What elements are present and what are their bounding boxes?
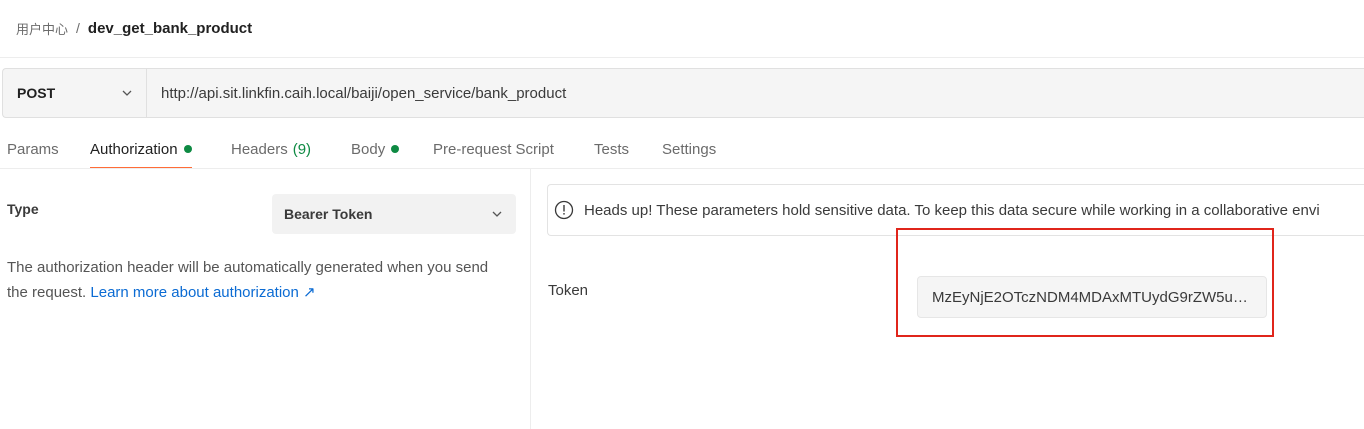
token-label: Token xyxy=(548,282,589,299)
tab-settings[interactable]: Settings xyxy=(662,130,716,168)
status-dot xyxy=(391,145,400,153)
type-label: Type xyxy=(7,201,39,217)
chevron-down-icon xyxy=(122,90,132,96)
auth-description: The authorization header will be automat… xyxy=(7,255,507,305)
info-circle-icon xyxy=(554,200,574,220)
tab-authorization[interactable]: Authorization xyxy=(90,130,192,169)
auth-type-pane: Type Bearer Token The authorization head… xyxy=(0,169,531,429)
request-tabs: Params Authorization Headers (9) Body Pr… xyxy=(0,130,1364,169)
status-dot xyxy=(183,145,192,153)
request-name[interactable]: dev_get_bank_product xyxy=(88,20,252,37)
url-input[interactable]: http://api.sit.linkfin.caih.local/baiji/… xyxy=(147,69,1364,117)
tab-label: Settings xyxy=(662,140,717,158)
auth-type-select[interactable]: Bearer Token xyxy=(272,194,516,234)
method-select[interactable]: POST xyxy=(3,69,147,117)
chevron-down-icon xyxy=(492,211,502,217)
notice-text: Heads up! These parameters hold sensitiv… xyxy=(584,201,1320,219)
breadcrumb-separator: / xyxy=(76,20,80,36)
tab-label: Pre-request Script xyxy=(433,140,554,158)
tab-label: Authorization xyxy=(90,140,178,158)
tab-label: Headers xyxy=(231,140,288,158)
tab-count: (9) xyxy=(292,140,312,158)
auth-details-pane: Heads up! These parameters hold sensitiv… xyxy=(532,169,1364,429)
request-url-bar: POST http://api.sit.linkfin.caih.local/b… xyxy=(2,68,1364,118)
tab-pre-request-script[interactable]: Pre-request Script xyxy=(433,130,554,168)
learn-more-link[interactable]: Learn more about authorization ↗ xyxy=(90,284,315,301)
method-label: POST xyxy=(17,85,56,101)
tab-params[interactable]: Params xyxy=(7,130,59,168)
auth-type-value: Bearer Token xyxy=(284,206,373,222)
tab-body[interactable]: Body xyxy=(351,130,400,168)
tab-label: Body xyxy=(351,140,386,158)
breadcrumb: 用户中心 / dev_get_bank_product xyxy=(16,18,252,38)
highlight-annotation xyxy=(896,228,1274,337)
breadcrumb-parent[interactable]: 用户中心 xyxy=(16,19,68,38)
tab-headers[interactable]: Headers (9) xyxy=(231,130,311,168)
header-divider xyxy=(0,57,1364,58)
tab-label: Tests xyxy=(594,140,630,158)
tab-label: Params xyxy=(7,140,59,158)
tab-tests[interactable]: Tests xyxy=(594,130,629,168)
